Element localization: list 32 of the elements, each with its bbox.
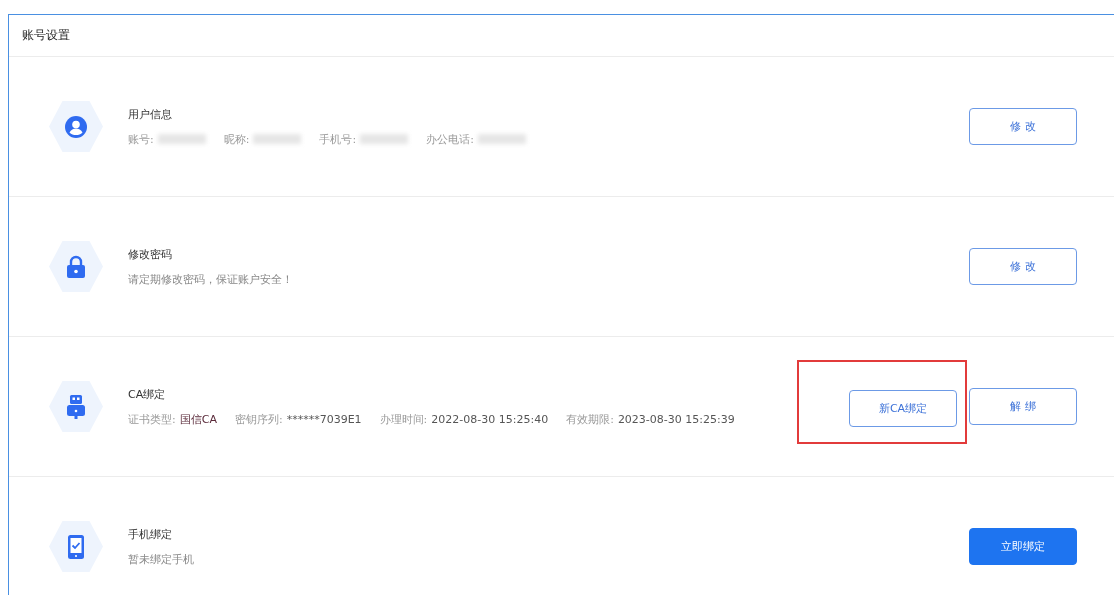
- action-button[interactable]: 新CA绑定: [849, 389, 957, 427]
- page-title: 账号设置: [22, 27, 70, 44]
- blurred-value: [360, 134, 409, 144]
- field-label: 有效期限:: [566, 411, 614, 427]
- section-description: 暂未绑定手机: [128, 551, 195, 567]
- section-title: 修改密码: [128, 246, 173, 262]
- lock-icon: [66, 254, 86, 279]
- blurred-value: [253, 134, 302, 144]
- action-button[interactable]: 立即绑定: [969, 528, 1077, 565]
- action-button[interactable]: 修 改: [969, 108, 1077, 145]
- field-label: 手机号:: [319, 131, 357, 147]
- field-value: 2023-08-30 15:25:39: [617, 412, 735, 426]
- field-label: 证书类型:: [128, 411, 176, 427]
- field-label: 账号:: [128, 131, 154, 147]
- blurred-value: [477, 134, 526, 144]
- field-value: 国信CA: [179, 411, 217, 427]
- field-value: 2022-08-30 15:25:40: [431, 412, 549, 426]
- field-label: 办理时间:: [379, 411, 428, 427]
- field-label: 昵称:: [223, 131, 250, 147]
- section-description: 请定期修改密码，保证账户安全！: [128, 271, 294, 287]
- field-value: ******7039E1: [286, 412, 362, 426]
- blurred-value: [157, 134, 206, 144]
- user-icon: [64, 114, 88, 139]
- action-button[interactable]: 修 改: [969, 248, 1077, 285]
- section-title: CA绑定: [128, 386, 167, 402]
- section-title: 用户信息: [128, 106, 173, 122]
- field-label: 密钥序列:: [234, 411, 283, 427]
- usb-icon: [66, 393, 86, 420]
- action-button[interactable]: 解 绑: [969, 388, 1077, 425]
- section-title: 手机绑定: [128, 526, 173, 542]
- phone-check-icon: [67, 533, 85, 560]
- field-label: 办公电话:: [426, 131, 474, 147]
